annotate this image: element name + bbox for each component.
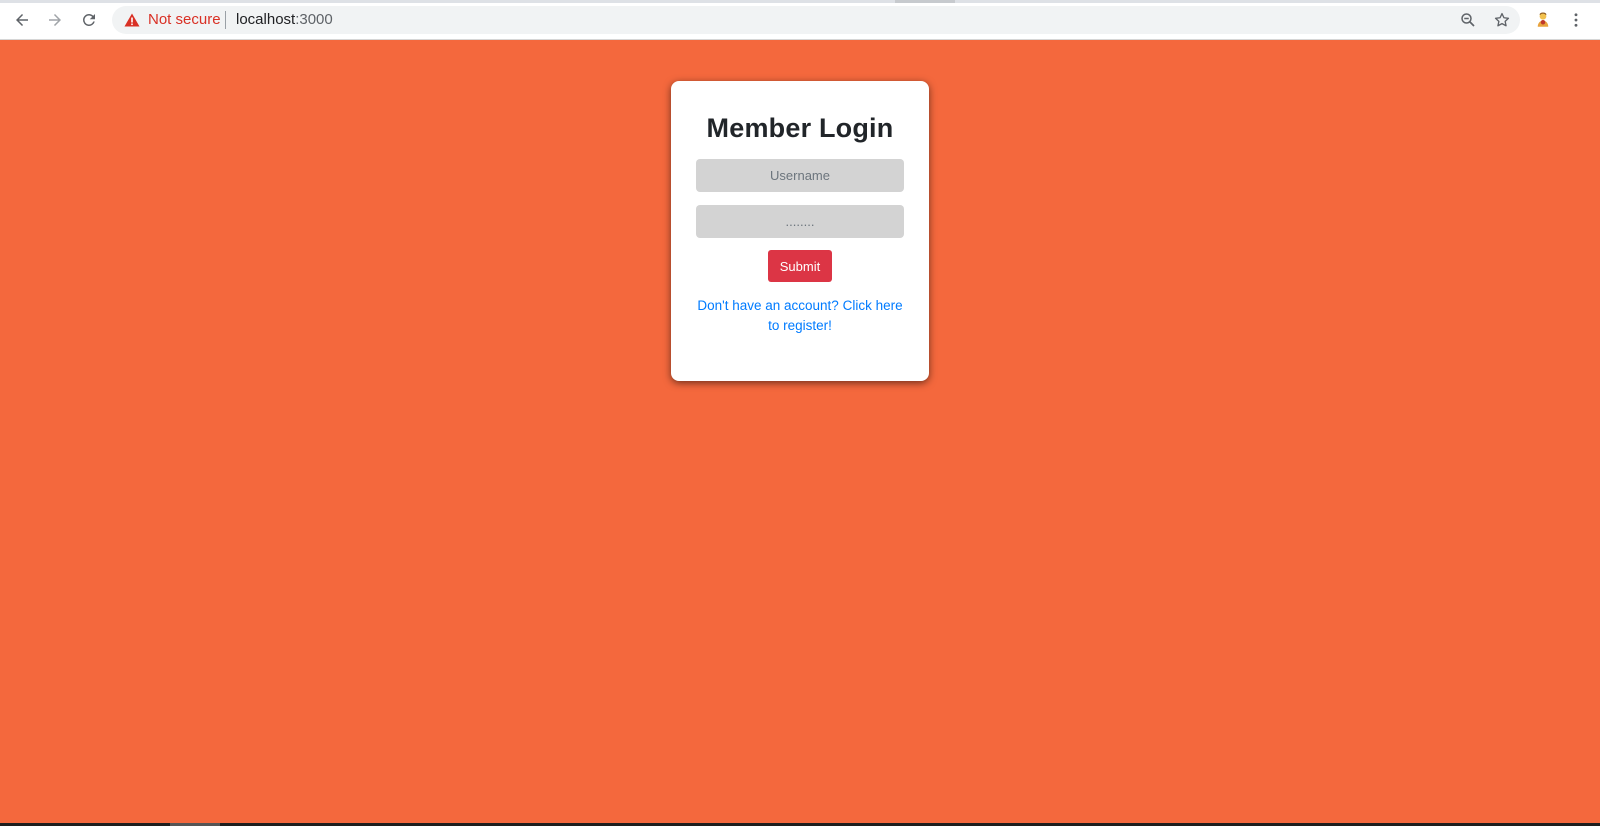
reload-button[interactable]	[76, 8, 102, 32]
username-input[interactable]	[696, 159, 904, 192]
forward-button[interactable]	[42, 8, 68, 32]
bookmark-button[interactable]	[1490, 8, 1514, 32]
zoom-icon	[1461, 13, 1475, 27]
star-icon	[1494, 12, 1510, 27]
forward-arrow-icon	[49, 14, 61, 26]
reload-icon	[82, 13, 95, 26]
browser-toolbar: Not secure localhost:3000	[0, 0, 1600, 40]
url-text[interactable]: localhost:3000	[236, 11, 333, 28]
url-host: localhost	[236, 11, 296, 28]
kebab-menu-icon	[1574, 13, 1578, 27]
page-title: Member Login	[706, 113, 894, 143]
tab-indicator	[895, 0, 955, 3]
profile-avatar-icon	[1537, 12, 1549, 27]
login-card: Member Login Submit Don't have an accoun…	[671, 81, 929, 381]
url-port: :3000	[295, 11, 333, 28]
profile-avatar[interactable]	[1531, 8, 1555, 32]
address-bar[interactable]: Not secure localhost:3000	[112, 6, 1520, 34]
tab-strip-edge	[0, 0, 1600, 3]
warning-icon	[124, 13, 140, 27]
address-separator	[225, 11, 226, 29]
zoom-button[interactable]	[1456, 8, 1480, 32]
browser-menu-button[interactable]	[1564, 8, 1588, 32]
register-link[interactable]: Don't have an account? Click here to reg…	[696, 296, 904, 336]
back-button[interactable]	[9, 8, 35, 32]
password-input[interactable]	[696, 205, 904, 238]
back-arrow-icon	[16, 14, 28, 26]
security-status[interactable]: Not secure	[148, 11, 221, 28]
submit-button[interactable]: Submit	[768, 250, 832, 282]
